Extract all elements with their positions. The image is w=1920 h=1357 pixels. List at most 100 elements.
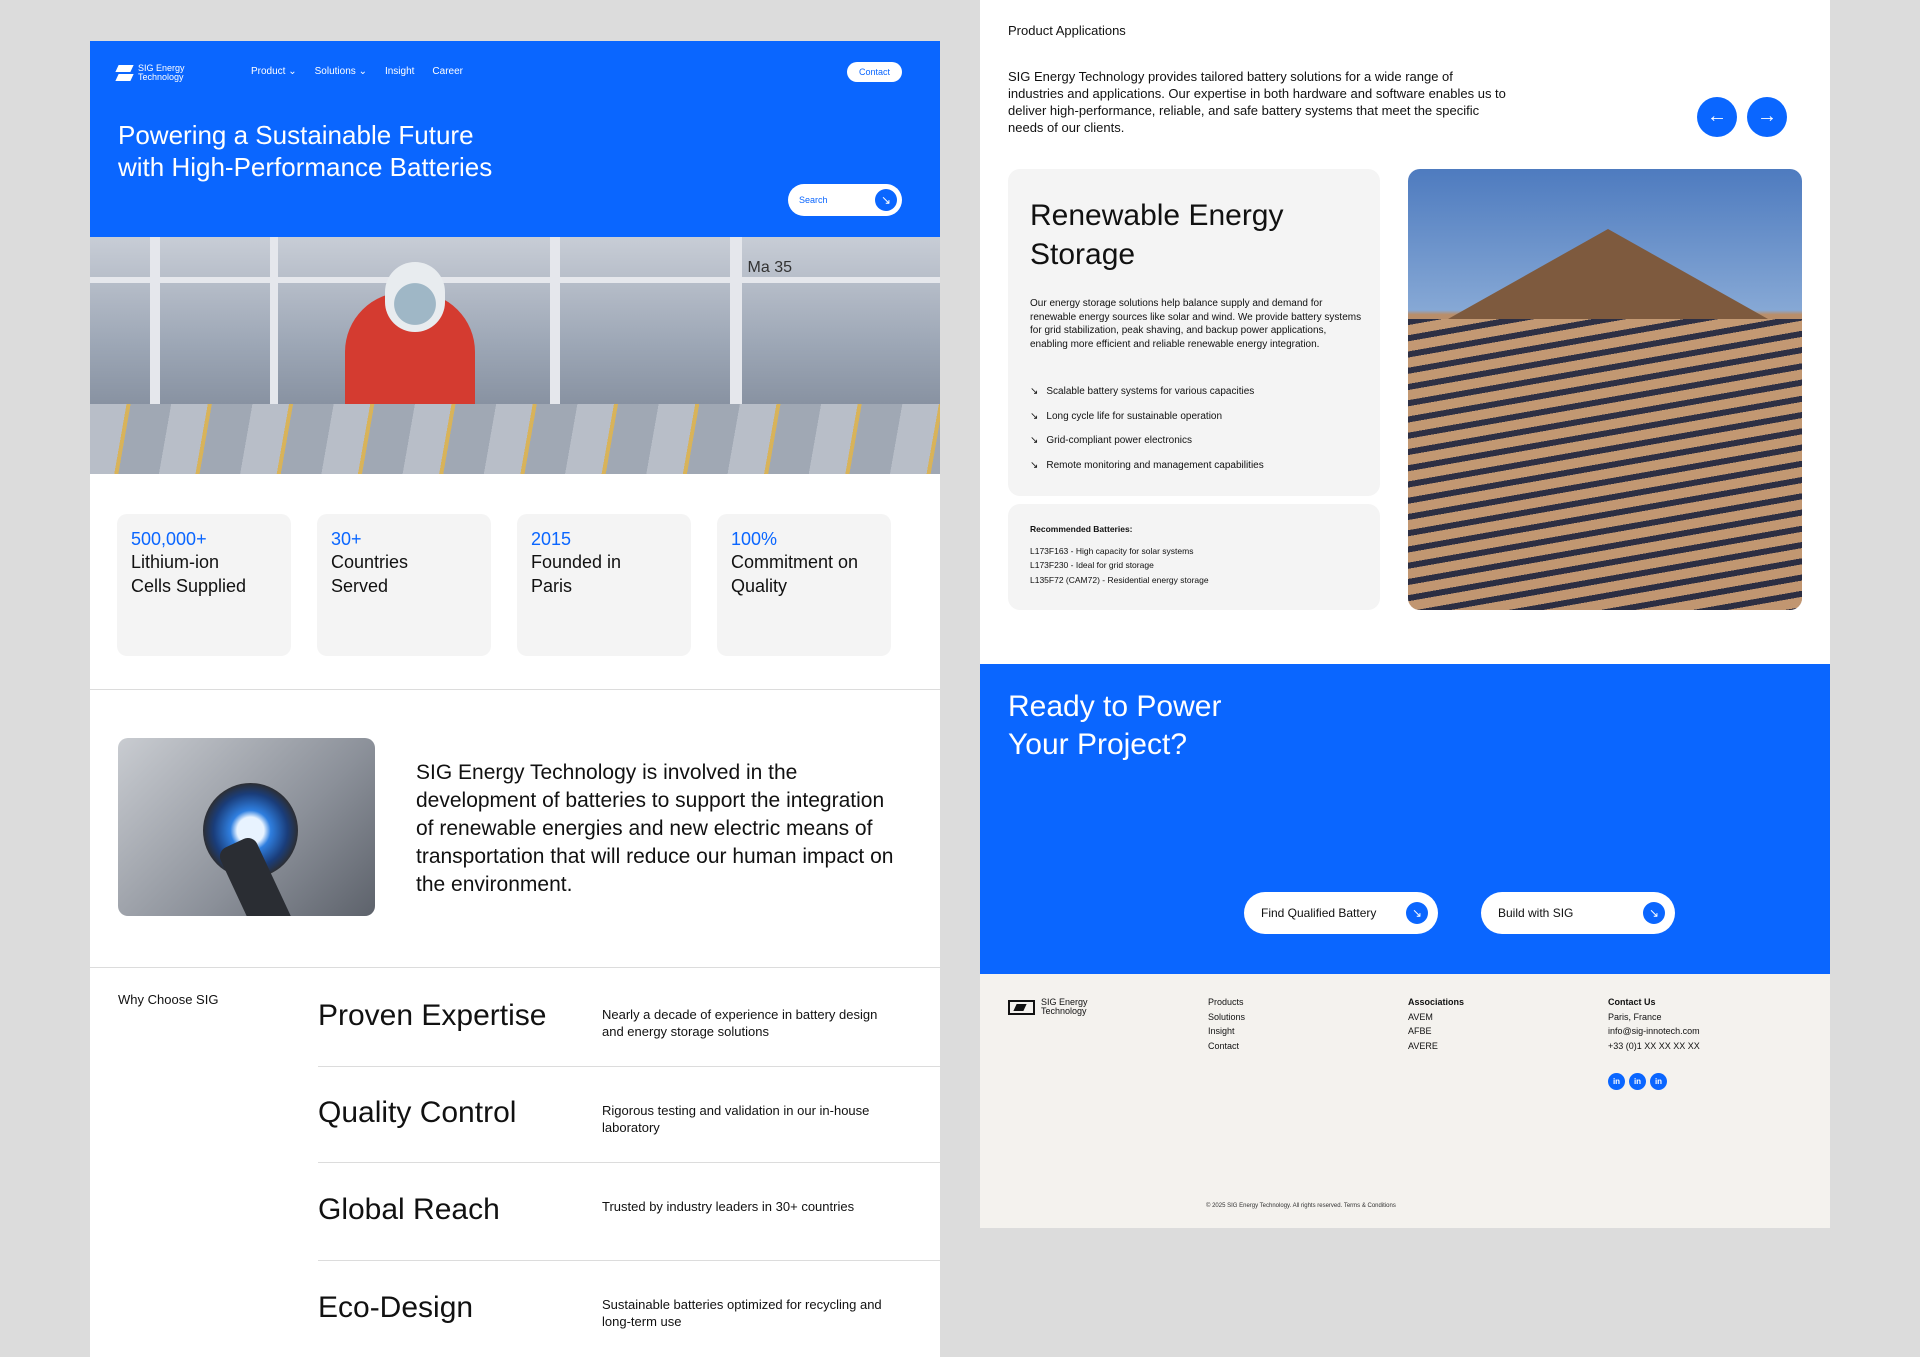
contact-button[interactable]: Contact <box>846 62 902 82</box>
why-item-title: Quality Control <box>318 1096 517 1129</box>
brand-logo[interactable]: SIG Energy Technology <box>117 63 198 83</box>
main-nav: Product ⌄ Solutions ⌄ Insight Career <box>251 66 463 77</box>
section-divider <box>90 689 940 690</box>
why-item-desc: Trusted by industry leaders in 30+ count… <box>602 1199 855 1214</box>
brand-line-2: Technology <box>138 72 184 82</box>
battery-item[interactable]: L173F163 - High capacity for solar syste… <box>1030 544 1358 559</box>
worker-visor <box>385 262 445 332</box>
arrow-left-icon[interactable]: ← <box>1697 97 1737 137</box>
association-item[interactable]: AVERE <box>1408 1039 1464 1054</box>
battery-cells <box>90 404 940 474</box>
stat-card: 30+ Countries Served <box>317 514 491 656</box>
stat-card: 2015 Founded in Paris <box>517 514 691 656</box>
stat-label: Founded in Paris <box>531 552 622 596</box>
search-label: Search <box>799 195 828 205</box>
logo-mark-icon <box>117 63 132 83</box>
contact-phone[interactable]: +33 (0)1 XX XX XX XX <box>1608 1039 1700 1054</box>
arrow-down-right-icon: ↘ <box>1643 902 1665 924</box>
feature-item: Remote monitoring and management capabil… <box>1030 460 1263 485</box>
mountain <box>1448 229 1768 319</box>
why-item-desc: Nearly a decade of experience in battery… <box>602 1007 878 1039</box>
contact-title: Contact Us <box>1608 997 1656 1007</box>
footer-links: Products Solutions Insight Contact <box>1208 995 1245 1053</box>
solar-panels <box>1408 319 1802 610</box>
logo-mark-icon <box>1008 999 1035 1015</box>
footer-link-products[interactable]: Products <box>1208 995 1245 1010</box>
applications-page-mockup: Product Applications SIG Energy Technolo… <box>980 0 1830 1228</box>
nav-item-career[interactable]: Career <box>432 66 463 77</box>
feature-item: Grid-compliant power electronics <box>1030 435 1264 460</box>
machine-signage: Ma 35 <box>747 259 792 276</box>
copyright: © 2025 SIG Energy Technology. All rights… <box>1206 1203 1396 1209</box>
feature-item: Long cycle life for sustainable operatio… <box>1030 411 1264 436</box>
build-with-sig-button[interactable]: Build with SIG ↘ <box>1481 892 1675 934</box>
arrow-down-right-icon[interactable]: ↘ <box>875 189 897 211</box>
footer-contact: Contact Us Paris, France info@sig-innote… <box>1608 995 1700 1053</box>
recommended-title: Recommended Batteries: <box>1030 524 1133 534</box>
stat-card: 100% Commitment on Quality <box>717 514 891 656</box>
stat-value: 30+ <box>331 529 362 549</box>
factory-photo: Ma 35 <box>90 237 940 474</box>
arrow-down-right-icon: ↘ <box>1406 902 1428 924</box>
hero-section: SIG Energy Technology Product ⌄ Solution… <box>90 41 940 237</box>
why-item: Global Reach Trusted by industry leaders… <box>318 1163 940 1261</box>
card-desc: Our energy storage solutions help balanc… <box>1030 298 1362 350</box>
arrow-right-icon[interactable]: → <box>1747 97 1787 137</box>
why-item-desc: Rigorous testing and validation in our i… <box>602 1103 870 1135</box>
stat-value: 500,000+ <box>131 529 207 549</box>
contact-email[interactable]: info@sig-innotech.com <box>1608 1024 1700 1039</box>
card-title: Renewable Energy Storage <box>1030 199 1284 271</box>
why-item: Proven Expertise Nearly a decade of expe… <box>318 967 940 1067</box>
stat-label: Countries Served <box>331 552 409 596</box>
social-links: in in in <box>1608 1073 1667 1090</box>
linkedin-icon[interactable]: in <box>1650 1073 1667 1090</box>
chevron-down-icon: ⌄ <box>358 66 367 77</box>
stats-row: 500,000+ Lithium-ion Cells Supplied 30+ … <box>117 514 891 656</box>
nav-item-solutions[interactable]: Solutions ⌄ <box>315 66 367 77</box>
nav-item-product[interactable]: Product ⌄ <box>251 66 297 77</box>
recommended-batteries-card: Recommended Batteries: L173F163 - High c… <box>1008 504 1380 610</box>
association-item[interactable]: AVEM <box>1408 1010 1464 1025</box>
cta-title: Ready to Power Your Project? <box>1008 690 1222 761</box>
why-label: Why Choose SIG <box>118 992 219 1007</box>
feature-item: Scalable battery systems for various cap… <box>1030 386 1264 411</box>
footer-associations: Associations AVEM AFBE AVERE <box>1408 995 1464 1053</box>
nav-item-insight[interactable]: Insight <box>385 66 414 77</box>
stat-card: 500,000+ Lithium-ion Cells Supplied <box>117 514 291 656</box>
section-label: Product Applications <box>1008 23 1126 38</box>
ev-charger-photo <box>118 738 375 916</box>
battery-item[interactable]: L135F72 (CAM72) - Residential energy sto… <box>1030 573 1358 588</box>
why-item-desc: Sustainable batteries optimized for recy… <box>602 1297 882 1329</box>
application-card: Renewable Energy Storage Our energy stor… <box>1008 169 1380 496</box>
solar-farm-photo <box>1408 169 1802 610</box>
why-item-title: Eco-Design <box>318 1291 474 1324</box>
footer-link-insight[interactable]: Insight <box>1208 1024 1245 1039</box>
search-input[interactable]: Search ↘ <box>788 184 902 216</box>
stat-label: Commitment on Quality <box>731 552 859 596</box>
stat-value: 100% <box>731 529 778 549</box>
association-item[interactable]: AFBE <box>1408 1024 1464 1039</box>
contact-location: Paris, France <box>1608 1011 1662 1022</box>
about-text: SIG Energy Technology is involved in the… <box>416 761 894 896</box>
linkedin-icon[interactable]: in <box>1608 1073 1625 1090</box>
footer: SIG Energy Technology Products Solutions… <box>980 974 1830 1228</box>
footer-link-contact[interactable]: Contact <box>1208 1039 1245 1054</box>
linkedin-icon[interactable]: in <box>1629 1073 1646 1090</box>
feature-list: Scalable battery systems for various cap… <box>1030 386 1264 485</box>
battery-item[interactable]: L173F230 - Ideal for grid storage <box>1030 558 1358 573</box>
hero-title: Powering a Sustainable Future with High-… <box>118 120 493 182</box>
why-item-title: Global Reach <box>318 1193 500 1226</box>
brand-line-2: Technology <box>1041 1006 1087 1016</box>
chevron-down-icon: ⌄ <box>288 66 297 77</box>
associations-title: Associations <box>1408 997 1465 1007</box>
applications-desc: SIG Energy Technology provides tailored … <box>1008 69 1506 135</box>
stat-value: 2015 <box>531 529 572 549</box>
cta-section: Ready to Power Your Project? Find Qualif… <box>980 664 1830 974</box>
why-item-title: Proven Expertise <box>318 999 547 1032</box>
footer-logo[interactable]: SIG Energy Technology <box>1008 998 1088 1016</box>
homepage-mockup: SIG Energy Technology Product ⌄ Solution… <box>90 41 940 1357</box>
footer-link-solutions[interactable]: Solutions <box>1208 1010 1245 1025</box>
why-item: Eco-Design Sustainable batteries optimiz… <box>318 1261 940 1357</box>
why-item: Quality Control Rigorous testing and val… <box>318 1067 940 1163</box>
find-battery-button[interactable]: Find Qualified Battery ↘ <box>1244 892 1438 934</box>
